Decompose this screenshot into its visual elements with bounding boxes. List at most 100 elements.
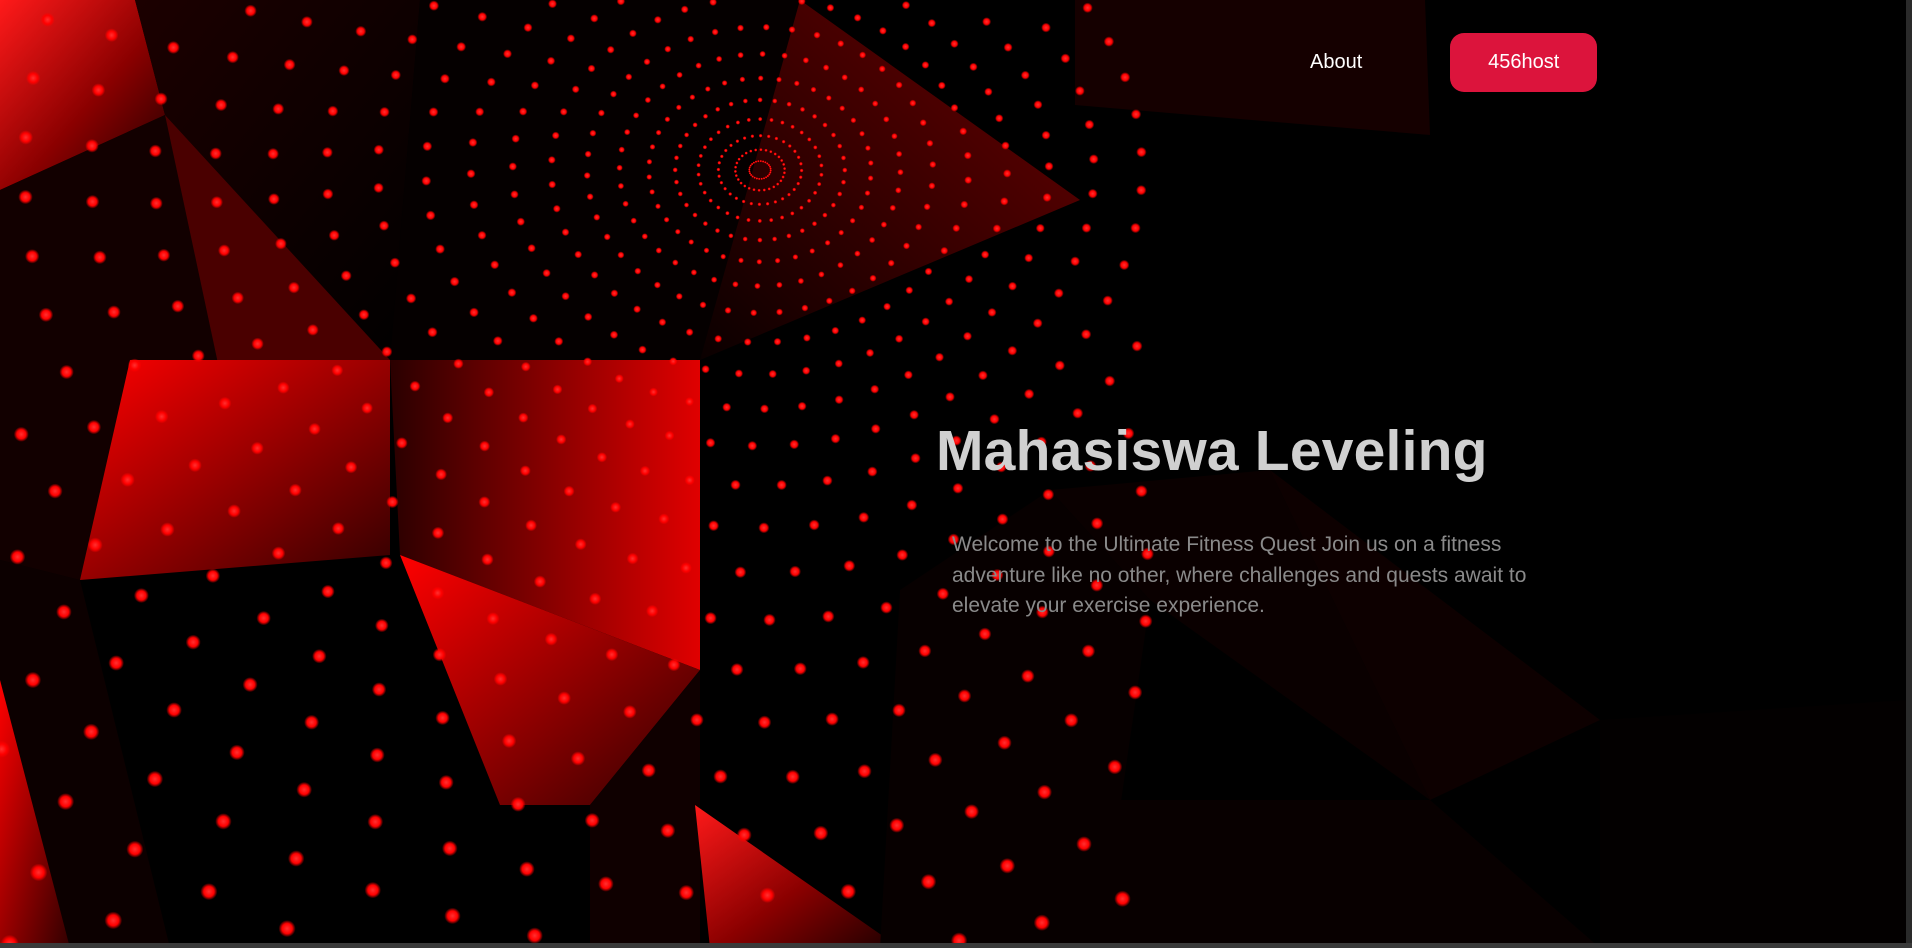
glow-dot xyxy=(689,94,696,101)
glow-dot xyxy=(427,327,438,338)
host-button[interactable]: 456host xyxy=(1450,33,1598,92)
glow-dot xyxy=(763,613,776,627)
glow-dot xyxy=(296,781,313,798)
glow-dot xyxy=(379,556,393,570)
glow-dot xyxy=(779,215,785,220)
glow-dot xyxy=(593,213,601,221)
glow-dot xyxy=(735,161,739,165)
glow-dot xyxy=(793,80,800,87)
glow-dot xyxy=(83,723,100,740)
glow-dot xyxy=(826,3,835,12)
glow-dot xyxy=(677,191,683,197)
glow-dot xyxy=(987,307,997,317)
glow-dot xyxy=(639,465,651,477)
glow-dot xyxy=(510,796,526,812)
glow-dot xyxy=(610,501,622,513)
glow-dot xyxy=(889,817,905,833)
glow-dot xyxy=(431,526,445,540)
glow-dot xyxy=(554,336,564,346)
glow-dot xyxy=(684,475,695,486)
glow-dot xyxy=(757,160,760,163)
glow-dot xyxy=(764,148,768,152)
glow-dot xyxy=(634,267,642,275)
glow-dot xyxy=(837,191,843,197)
glow-dot xyxy=(149,196,163,210)
glow-dot xyxy=(755,177,759,180)
glow-dot xyxy=(822,122,828,128)
glow-dot xyxy=(754,160,758,163)
glow-dot xyxy=(761,160,765,163)
glow-dot xyxy=(38,307,54,322)
glow-dot xyxy=(859,130,865,137)
glow-dot xyxy=(685,397,694,407)
nav-link-about[interactable]: About xyxy=(1310,51,1362,74)
glow-dot xyxy=(1102,295,1113,306)
glow-dot xyxy=(375,618,389,633)
glow-dot xyxy=(813,145,818,150)
glow-dot xyxy=(481,553,494,566)
glow-dot xyxy=(897,169,904,176)
glow-dot xyxy=(428,0,440,11)
glow-dot xyxy=(850,117,857,124)
glow-dot xyxy=(641,763,656,778)
glow-dot xyxy=(741,199,746,204)
glow-dot xyxy=(809,248,816,254)
glow-dot xyxy=(776,281,783,289)
glow-dot xyxy=(1087,188,1098,199)
glow-dot xyxy=(587,64,596,73)
glow-dot xyxy=(963,151,972,160)
glow-dot xyxy=(1084,119,1095,130)
glow-dot xyxy=(799,228,805,234)
glow-dot xyxy=(664,45,672,53)
glow-dot xyxy=(740,154,744,158)
glow-dot xyxy=(160,522,175,537)
glow-dot xyxy=(878,65,886,73)
glow-dot xyxy=(1008,281,1017,291)
glow-dot xyxy=(435,468,447,481)
glow-dot xyxy=(277,381,290,394)
glow-dot xyxy=(774,136,779,141)
glow-dot xyxy=(1032,318,1043,329)
glow-dot xyxy=(964,804,980,820)
glow-dot xyxy=(625,419,635,429)
glow-dot xyxy=(992,224,1002,233)
glow-dot xyxy=(708,137,714,142)
glow-dot xyxy=(690,269,698,276)
glow-dot xyxy=(1104,375,1116,387)
glow-dot xyxy=(373,182,384,194)
glow-dot xyxy=(901,1,911,10)
glow-dot xyxy=(231,291,244,305)
glow-dot xyxy=(754,282,761,290)
glow-dot xyxy=(838,229,845,236)
glow-dot xyxy=(760,177,763,180)
glow-dot xyxy=(895,187,902,194)
glow-dot xyxy=(367,814,384,830)
glow-dot xyxy=(764,176,768,179)
glow-dot xyxy=(574,250,583,259)
glow-dot xyxy=(792,187,797,192)
glow-dot xyxy=(980,250,990,259)
glow-dot xyxy=(244,4,257,17)
glow-dot xyxy=(813,825,829,841)
glow-dot xyxy=(590,14,599,23)
glow-dot xyxy=(787,192,791,197)
glow-dot xyxy=(166,702,182,718)
glow-dot xyxy=(880,221,888,228)
glow-dot xyxy=(688,239,695,245)
glow-dot xyxy=(801,304,809,312)
glow-dot xyxy=(1003,42,1013,52)
glow-dot xyxy=(742,98,749,104)
glow-dot xyxy=(746,217,751,223)
glow-dot xyxy=(725,124,730,129)
glow-dot xyxy=(799,130,804,135)
glow-dot xyxy=(127,358,142,373)
glow-dot xyxy=(799,168,804,173)
glow-dot xyxy=(597,109,605,117)
glow-dot xyxy=(1080,329,1092,340)
glow-dot xyxy=(757,75,764,82)
glow-dot xyxy=(680,5,689,14)
glow-dot xyxy=(865,348,875,358)
glow-dot xyxy=(664,430,675,441)
glow-dot xyxy=(870,423,881,434)
glow-dot xyxy=(321,584,335,599)
